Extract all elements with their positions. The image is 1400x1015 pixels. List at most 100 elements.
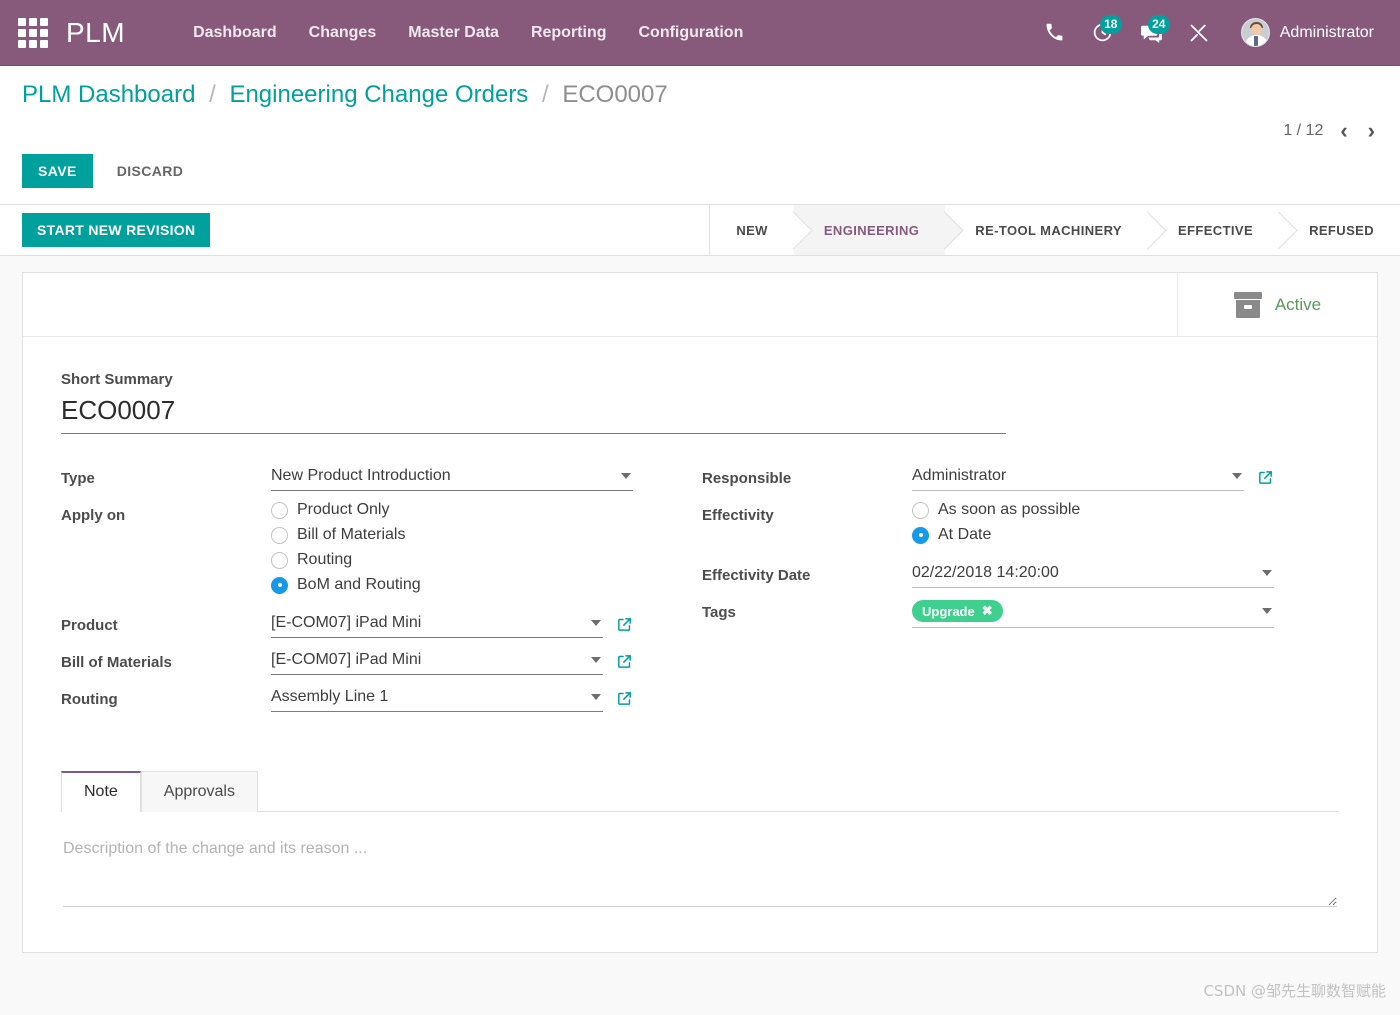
radio-label: As soon as possible [938,501,1081,518]
form-body: Short Summary Type New Product Introduct… [23,337,1377,952]
menu-item-dashboard[interactable]: Dashboard [177,14,293,52]
short-summary-input[interactable] [61,393,1006,434]
field-type-value: New Product Introduction [271,466,451,484]
stat-button-box: Active [23,273,1377,337]
tag-chip-upgrade[interactable]: Upgrade ✖ [912,600,1003,622]
top-navbar: PLM Dashboard Changes Master Data Report… [0,0,1400,66]
action-statusbar: START NEW REVISION NEW ENGINEERING RE-TO… [0,205,1400,256]
notebook-tabs: Note Approvals [61,770,1339,812]
tools-wrench-icon[interactable] [1177,11,1221,55]
radio-label: BoM and Routing [297,576,421,593]
radio-label: Routing [297,551,353,568]
radio-at-date[interactable]: At Date [912,526,1339,544]
apps-menu-button[interactable] [0,0,66,66]
breadcrumb-separator: / [209,81,216,108]
chevron-down-icon[interactable] [1232,472,1242,479]
discard-button[interactable]: DISCARD [103,154,198,188]
field-tags-row: Tags Upgrade ✖ [702,598,1339,628]
radio-routing[interactable]: Routing [271,551,700,569]
radio-label: At Date [938,526,992,543]
field-product-row: Product [E-COM07] iPad Mini [61,611,700,638]
user-name: Administrator [1279,23,1374,41]
field-bill-of-materials-select[interactable]: [E-COM07] iPad Mini [271,648,633,675]
pager-previous-button[interactable]: ‹ [1337,120,1350,142]
notebook: Note Approvals [61,770,1339,912]
breadcrumb-item-plm-dashboard[interactable]: PLM Dashboard [22,81,195,108]
navbar-systray: 18 24 Administrator [1033,11,1400,55]
field-effectivity-date-input[interactable]: 02/22/2018 14:20:00 [912,561,1274,588]
main-menu: Dashboard Changes Master Data Reporting … [177,14,759,52]
breadcrumb: PLM Dashboard / Engineering Change Order… [22,81,668,108]
status-step-effective[interactable]: EFFECTIVE [1147,205,1280,255]
phone-icon[interactable] [1033,11,1077,55]
note-textarea[interactable] [63,840,1337,907]
radio-as-soon-as-possible[interactable]: As soon as possible [912,501,1339,519]
field-responsible-row: Responsible Administrator [702,464,1339,491]
archive-toggle-button[interactable]: Active [1177,273,1377,336]
tags-chip-container: Upgrade ✖ [912,600,1256,622]
menu-item-configuration[interactable]: Configuration [622,14,759,52]
messages-count-badge: 24 [1147,14,1170,34]
start-new-revision-button[interactable]: START NEW REVISION [22,213,211,247]
menu-item-master-data[interactable]: Master Data [392,14,515,52]
external-link-icon[interactable] [1257,469,1274,486]
status-step-engineering[interactable]: ENGINEERING [793,205,946,255]
breadcrumb-item-engineering-change-orders[interactable]: Engineering Change Orders [229,81,528,108]
button-box-spacer [23,273,1177,336]
pager-next-button[interactable]: › [1365,120,1378,142]
breadcrumb-separator: / [541,81,549,108]
save-button[interactable]: SAVE [22,154,93,188]
form-sheet-wrapper: Active Short Summary Type [0,256,1400,953]
user-menu[interactable]: Administrator [1233,14,1382,51]
form-column-right: Responsible Administrator Effectivity As… [700,464,1339,722]
apply-on-radio-group: Product Only Bill of Materials Routing B… [271,501,700,601]
tab-note[interactable]: Note [61,771,141,812]
control-panel: PLM Dashboard / Engineering Change Order… [0,66,1400,205]
tab-pane-note [61,812,1339,912]
chevron-down-icon[interactable] [1262,569,1272,576]
form-sheet: Active Short Summary Type [22,272,1378,953]
clock-activity-icon[interactable]: 18 [1081,11,1125,55]
field-routing-select[interactable]: Assembly Line 1 [271,685,633,712]
field-responsible-select[interactable]: Administrator [912,464,1274,491]
status-step-new[interactable]: NEW [710,205,794,255]
menu-item-changes[interactable]: Changes [293,14,393,52]
radio-icon-selected [271,576,288,594]
external-link-icon[interactable] [616,653,633,670]
field-product-value: [E-COM07] iPad Mini [271,613,422,631]
status-step-re-tool-machinery[interactable]: RE-TOOL MACHINERY [945,205,1148,255]
menu-item-reporting[interactable]: Reporting [515,14,623,52]
radio-product-only[interactable]: Product Only [271,501,700,519]
tab-approvals[interactable]: Approvals [140,771,258,812]
chevron-down-icon[interactable] [591,656,601,663]
chevron-down-icon[interactable] [1262,608,1272,614]
effectivity-radio-group: As soon as possible At Date [912,501,1339,551]
short-summary-label: Short Summary [61,371,173,388]
radio-bom-and-routing[interactable]: BoM and Routing [271,576,700,594]
field-bill-of-materials-row: Bill of Materials [E-COM07] iPad Mini [61,648,700,675]
tag-chip-label: Upgrade [922,603,975,619]
radio-bill-of-materials[interactable]: Bill of Materials [271,526,700,544]
form-columns: Type New Product Introduction Apply on P… [61,464,1339,722]
field-routing-label: Routing [61,691,118,708]
radio-label: Bill of Materials [297,526,406,543]
external-link-icon[interactable] [616,616,633,633]
field-product-label: Product [61,617,118,634]
chevron-down-icon[interactable] [621,472,631,479]
app-brand[interactable]: PLM [66,17,125,49]
record-pager: 1 / 12 ‹ › [1283,82,1378,142]
pager-count[interactable]: 1 / 12 [1283,122,1323,140]
avatar [1240,18,1270,47]
status-pipeline: NEW ENGINEERING RE-TOOL MACHINERY EFFECT… [709,205,1400,255]
watermark: CSDN @邹先生聊数智赋能 [1203,982,1386,1000]
external-link-icon[interactable] [616,690,633,707]
chat-messages-icon[interactable]: 24 [1129,11,1173,55]
field-type-select[interactable]: New Product Introduction [271,464,633,491]
field-product-select[interactable]: [E-COM07] iPad Mini [271,611,633,638]
chevron-down-icon[interactable] [591,693,601,700]
statusbar-buttons: START NEW REVISION [0,205,232,255]
chevron-down-icon[interactable] [591,619,601,626]
tag-remove-icon[interactable]: ✖ [982,603,993,619]
field-tags-input[interactable]: Upgrade ✖ [912,598,1274,628]
field-bill-of-materials-label: Bill of Materials [61,654,172,671]
